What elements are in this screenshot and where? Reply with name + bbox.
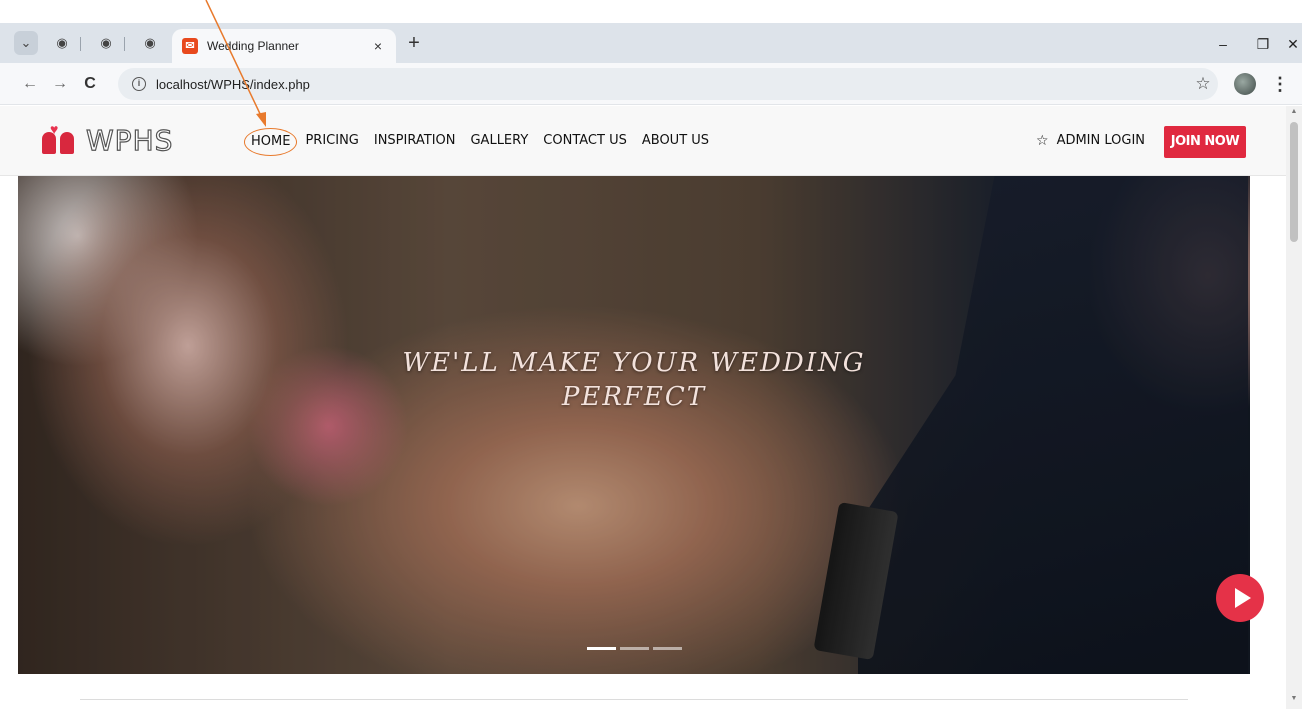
hero-carousel[interactable]: WE'LL MAKE YOUR WEDDING PERFECT xyxy=(18,176,1250,674)
reload-icon[interactable]: C xyxy=(78,72,102,96)
bookmark-star-icon[interactable]: ☆ xyxy=(1188,74,1218,94)
tab-group-icon[interactable]: ◉ xyxy=(50,31,74,55)
window-close-button[interactable]: ✕ xyxy=(1278,33,1302,55)
browser-tabstrip: ⌄ ◉ ◉ ◉ ✉ Wedding Planner × + – ❐ ✕ xyxy=(0,23,1302,63)
nav-pricing[interactable]: PRICING xyxy=(305,128,358,156)
page-viewport: ♥ WPHS HOME PRICING INSPIRATION GALLERY … xyxy=(0,106,1286,709)
nav-gallery[interactable]: GALLERY xyxy=(470,128,528,156)
tab-separator xyxy=(80,37,81,51)
nav-home[interactable]: HOME xyxy=(244,128,298,156)
tab-close-button[interactable]: × xyxy=(366,38,390,54)
browser-toolbar: ← → C i localhost/WPHS/index.php ☆ ⋮ xyxy=(0,63,1302,105)
site-header: ♥ WPHS HOME PRICING INSPIRATION GALLERY … xyxy=(0,106,1286,176)
hero-headline-line2: PERFECT xyxy=(561,382,707,412)
new-tab-button[interactable]: + xyxy=(402,32,426,56)
hero-headline: WE'LL MAKE YOUR WEDDING PERFECT xyxy=(334,346,934,414)
window-restore-button[interactable]: ❐ xyxy=(1248,33,1278,55)
back-icon[interactable]: ← xyxy=(18,72,42,96)
address-bar[interactable]: i localhost/WPHS/index.php ☆ xyxy=(118,68,1218,100)
logo-couple-icon: ♥ xyxy=(40,122,82,158)
hero-headline-line1: WE'LL MAKE YOUR WEDDING xyxy=(402,348,866,378)
address-url[interactable]: localhost/WPHS/index.php xyxy=(156,77,1188,92)
scroll-down-icon[interactable]: ▼ xyxy=(1286,695,1302,707)
tab-group-icon[interactable]: ◉ xyxy=(138,31,162,55)
section-divider xyxy=(80,699,1188,700)
carousel-indicator[interactable] xyxy=(587,647,616,650)
admin-login-label: ADMIN LOGIN xyxy=(1056,133,1146,148)
carousel-indicator[interactable] xyxy=(653,647,682,650)
star-icon: ☆ xyxy=(1036,133,1049,149)
page-scrollbar[interactable]: ▲ ▼ xyxy=(1286,106,1302,709)
site-info-icon[interactable]: i xyxy=(132,77,146,91)
window-minimize-button[interactable]: – xyxy=(1208,33,1238,55)
browser-tab-active[interactable]: ✉ Wedding Planner × xyxy=(172,29,396,63)
hero-overlay xyxy=(18,176,1250,674)
tab-separator xyxy=(124,37,125,51)
tab-title: Wedding Planner xyxy=(207,39,299,53)
logo-text: WPHS xyxy=(85,123,174,157)
scroll-thumb[interactable] xyxy=(1290,122,1298,242)
tab-group-icon[interactable]: ◉ xyxy=(94,31,118,55)
favicon-icon: ✉ xyxy=(182,38,198,54)
play-icon[interactable] xyxy=(1216,574,1264,622)
profile-icon[interactable] xyxy=(1234,73,1256,95)
forward-icon[interactable]: → xyxy=(48,72,72,96)
carousel-indicator[interactable] xyxy=(620,647,649,650)
main-nav: HOME PRICING INSPIRATION GALLERY CONTACT… xyxy=(244,128,724,156)
tab-search-icon[interactable]: ⌄ xyxy=(14,31,38,55)
site-logo[interactable]: ♥ WPHS xyxy=(40,122,173,158)
admin-login-link[interactable]: ☆ ADMIN LOGIN xyxy=(1036,128,1145,154)
nav-about-us[interactable]: ABOUT US xyxy=(642,128,709,156)
join-now-button[interactable]: JOIN NOW xyxy=(1164,126,1246,158)
nav-inspiration[interactable]: INSPIRATION xyxy=(374,128,456,156)
scroll-up-icon[interactable]: ▲ xyxy=(1286,108,1302,120)
carousel-indicators xyxy=(587,647,686,650)
nav-contact-us[interactable]: CONTACT US xyxy=(543,128,627,156)
menu-kebab-icon[interactable]: ⋮ xyxy=(1270,72,1290,96)
